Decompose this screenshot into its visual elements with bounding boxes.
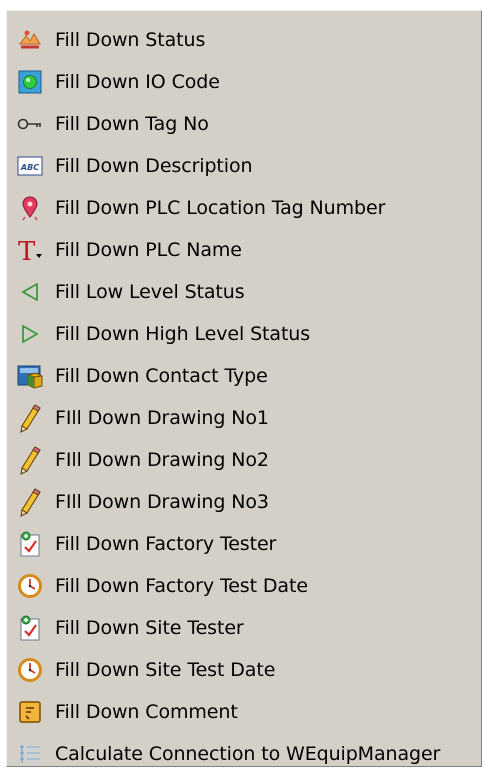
- pencil-icon: [15, 403, 45, 433]
- menu-item-label: Fill Down Description: [55, 155, 253, 177]
- menu-item-label: FIll Down Drawing No1: [55, 407, 269, 429]
- clock-icon: [15, 655, 45, 685]
- menu-item[interactable]: FIll Down Drawing No1: [7, 397, 481, 439]
- menu-item[interactable]: Fill Down Status: [7, 19, 481, 61]
- menu-item-label: Fill Down Factory Tester: [55, 533, 277, 555]
- pencil-icon: [15, 487, 45, 517]
- status-icon: [15, 25, 45, 55]
- menu-item-label: Fill Down Contact Type: [55, 365, 268, 387]
- menu-item-label: Fill Down Site Tester: [55, 617, 244, 639]
- list-icon: [15, 739, 45, 769]
- menu-item[interactable]: Fill Low Level Status: [7, 271, 481, 313]
- menu-item[interactable]: Fill Down IO Code: [7, 61, 481, 103]
- context-menu: Fill Down Status Fill Down IO Code Fill …: [6, 10, 482, 767]
- key-icon: [15, 109, 45, 139]
- menu-item[interactable]: Fill Down Site Tester: [7, 607, 481, 649]
- location-pin-icon: [15, 193, 45, 223]
- menu-item[interactable]: Fill Down Contact Type: [7, 355, 481, 397]
- clock-icon: [15, 571, 45, 601]
- contact-box-icon: [15, 361, 45, 391]
- comment-icon: [15, 697, 45, 727]
- menu-item[interactable]: Fill Down Tag No: [7, 103, 481, 145]
- menu-item-label: FIll Down Drawing No3: [55, 491, 269, 513]
- menu-item[interactable]: FIll Down Drawing No3: [7, 481, 481, 523]
- menu-item-label: FIll Down Drawing No2: [55, 449, 269, 471]
- text-type-icon: T: [15, 235, 45, 265]
- checklist-icon: [15, 613, 45, 643]
- menu-item[interactable]: Fill Down High Level Status: [7, 313, 481, 355]
- menu-item-label: Fill Down High Level Status: [55, 323, 311, 345]
- menu-item-label: Fill Low Level Status: [55, 281, 245, 303]
- menu-item-label: Fill Down Tag No: [55, 113, 209, 135]
- menu-item-label: Fill Down Factory Test Date: [55, 575, 308, 597]
- triangle-right-icon: [15, 319, 45, 349]
- menu-item[interactable]: T Fill Down PLC Name: [7, 229, 481, 271]
- menu-item-label: Fill Down Status: [55, 29, 206, 51]
- menu-item[interactable]: Fill Down Comment: [7, 691, 481, 733]
- menu-item[interactable]: Fill Down Site Test Date: [7, 649, 481, 691]
- menu-item[interactable]: ABC Fill Down Description: [7, 145, 481, 187]
- menu-item-label: Fill Down PLC Name: [55, 239, 242, 261]
- menu-item[interactable]: Fill Down PLC Location Tag Number: [7, 187, 481, 229]
- menu-item-label: Fill Down PLC Location Tag Number: [55, 197, 386, 219]
- menu-item[interactable]: Calculate Connection to WEquipManager: [7, 733, 481, 775]
- menu-item[interactable]: FIll Down Drawing No2: [7, 439, 481, 481]
- io-code-icon: [15, 67, 45, 97]
- checklist-icon: [15, 529, 45, 559]
- abc-text-icon: ABC: [15, 151, 45, 181]
- pencil-icon: [15, 445, 45, 475]
- menu-item-label: Calculate Connection to WEquipManager: [55, 743, 441, 765]
- menu-item-label: Fill Down Site Test Date: [55, 659, 276, 681]
- menu-item[interactable]: Fill Down Factory Tester: [7, 523, 481, 565]
- menu-item-label: Fill Down IO Code: [55, 71, 220, 93]
- svg-text:ABC: ABC: [20, 163, 39, 172]
- menu-item-label: Fill Down Comment: [55, 701, 238, 723]
- svg-text:T: T: [18, 237, 36, 264]
- triangle-left-icon: [15, 277, 45, 307]
- menu-item[interactable]: Fill Down Factory Test Date: [7, 565, 481, 607]
